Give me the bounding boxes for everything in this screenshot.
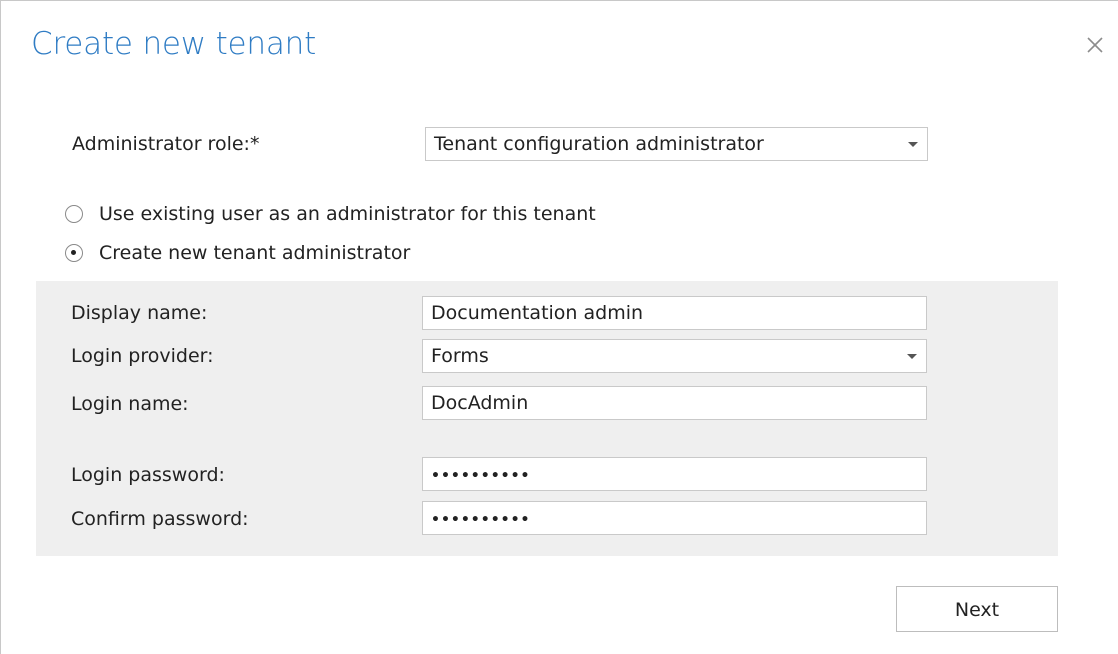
chevron-down-icon: [907, 354, 917, 359]
radio-label: Create new tenant administrator: [99, 242, 411, 264]
radio-use-existing-user[interactable]: Use existing user as an administrator fo…: [65, 201, 596, 227]
confirm-password-label: Confirm password:: [71, 508, 249, 530]
login-password-label: Login password:: [71, 464, 225, 486]
chevron-down-icon: [908, 142, 918, 147]
dialog-title: Create new tenant: [31, 26, 317, 62]
display-name-label: Display name:: [71, 302, 208, 324]
display-name-input[interactable]: Documentation admin: [422, 296, 927, 330]
radio-button-checked[interactable]: [65, 244, 83, 262]
create-tenant-dialog: Create new tenant Administrator role:* T…: [0, 0, 1118, 654]
radio-create-new-admin[interactable]: Create new tenant administrator: [65, 240, 410, 266]
display-name-value: Documentation admin: [431, 302, 644, 324]
admin-role-value: Tenant configuration administrator: [434, 133, 764, 155]
login-provider-value: Forms: [431, 345, 489, 367]
radio-label: Use existing user as an administrator fo…: [99, 203, 596, 225]
radio-button[interactable]: [65, 205, 83, 223]
admin-role-select[interactable]: Tenant configuration administrator: [425, 127, 928, 161]
login-name-label: Login name:: [71, 393, 189, 415]
admin-role-label: Administrator role:*: [72, 133, 260, 155]
login-password-value: ••••••••••: [431, 468, 531, 484]
close-icon[interactable]: [1081, 31, 1109, 59]
login-name-input[interactable]: DocAdmin: [422, 386, 927, 420]
login-name-value: DocAdmin: [431, 392, 529, 414]
login-provider-label: Login provider:: [71, 345, 214, 367]
next-button[interactable]: Next: [896, 586, 1058, 632]
confirm-password-value: ••••••••••: [431, 512, 531, 528]
confirm-password-input[interactable]: ••••••••••: [422, 501, 927, 535]
login-password-input[interactable]: ••••••••••: [422, 457, 927, 491]
login-provider-select[interactable]: Forms: [422, 339, 927, 373]
